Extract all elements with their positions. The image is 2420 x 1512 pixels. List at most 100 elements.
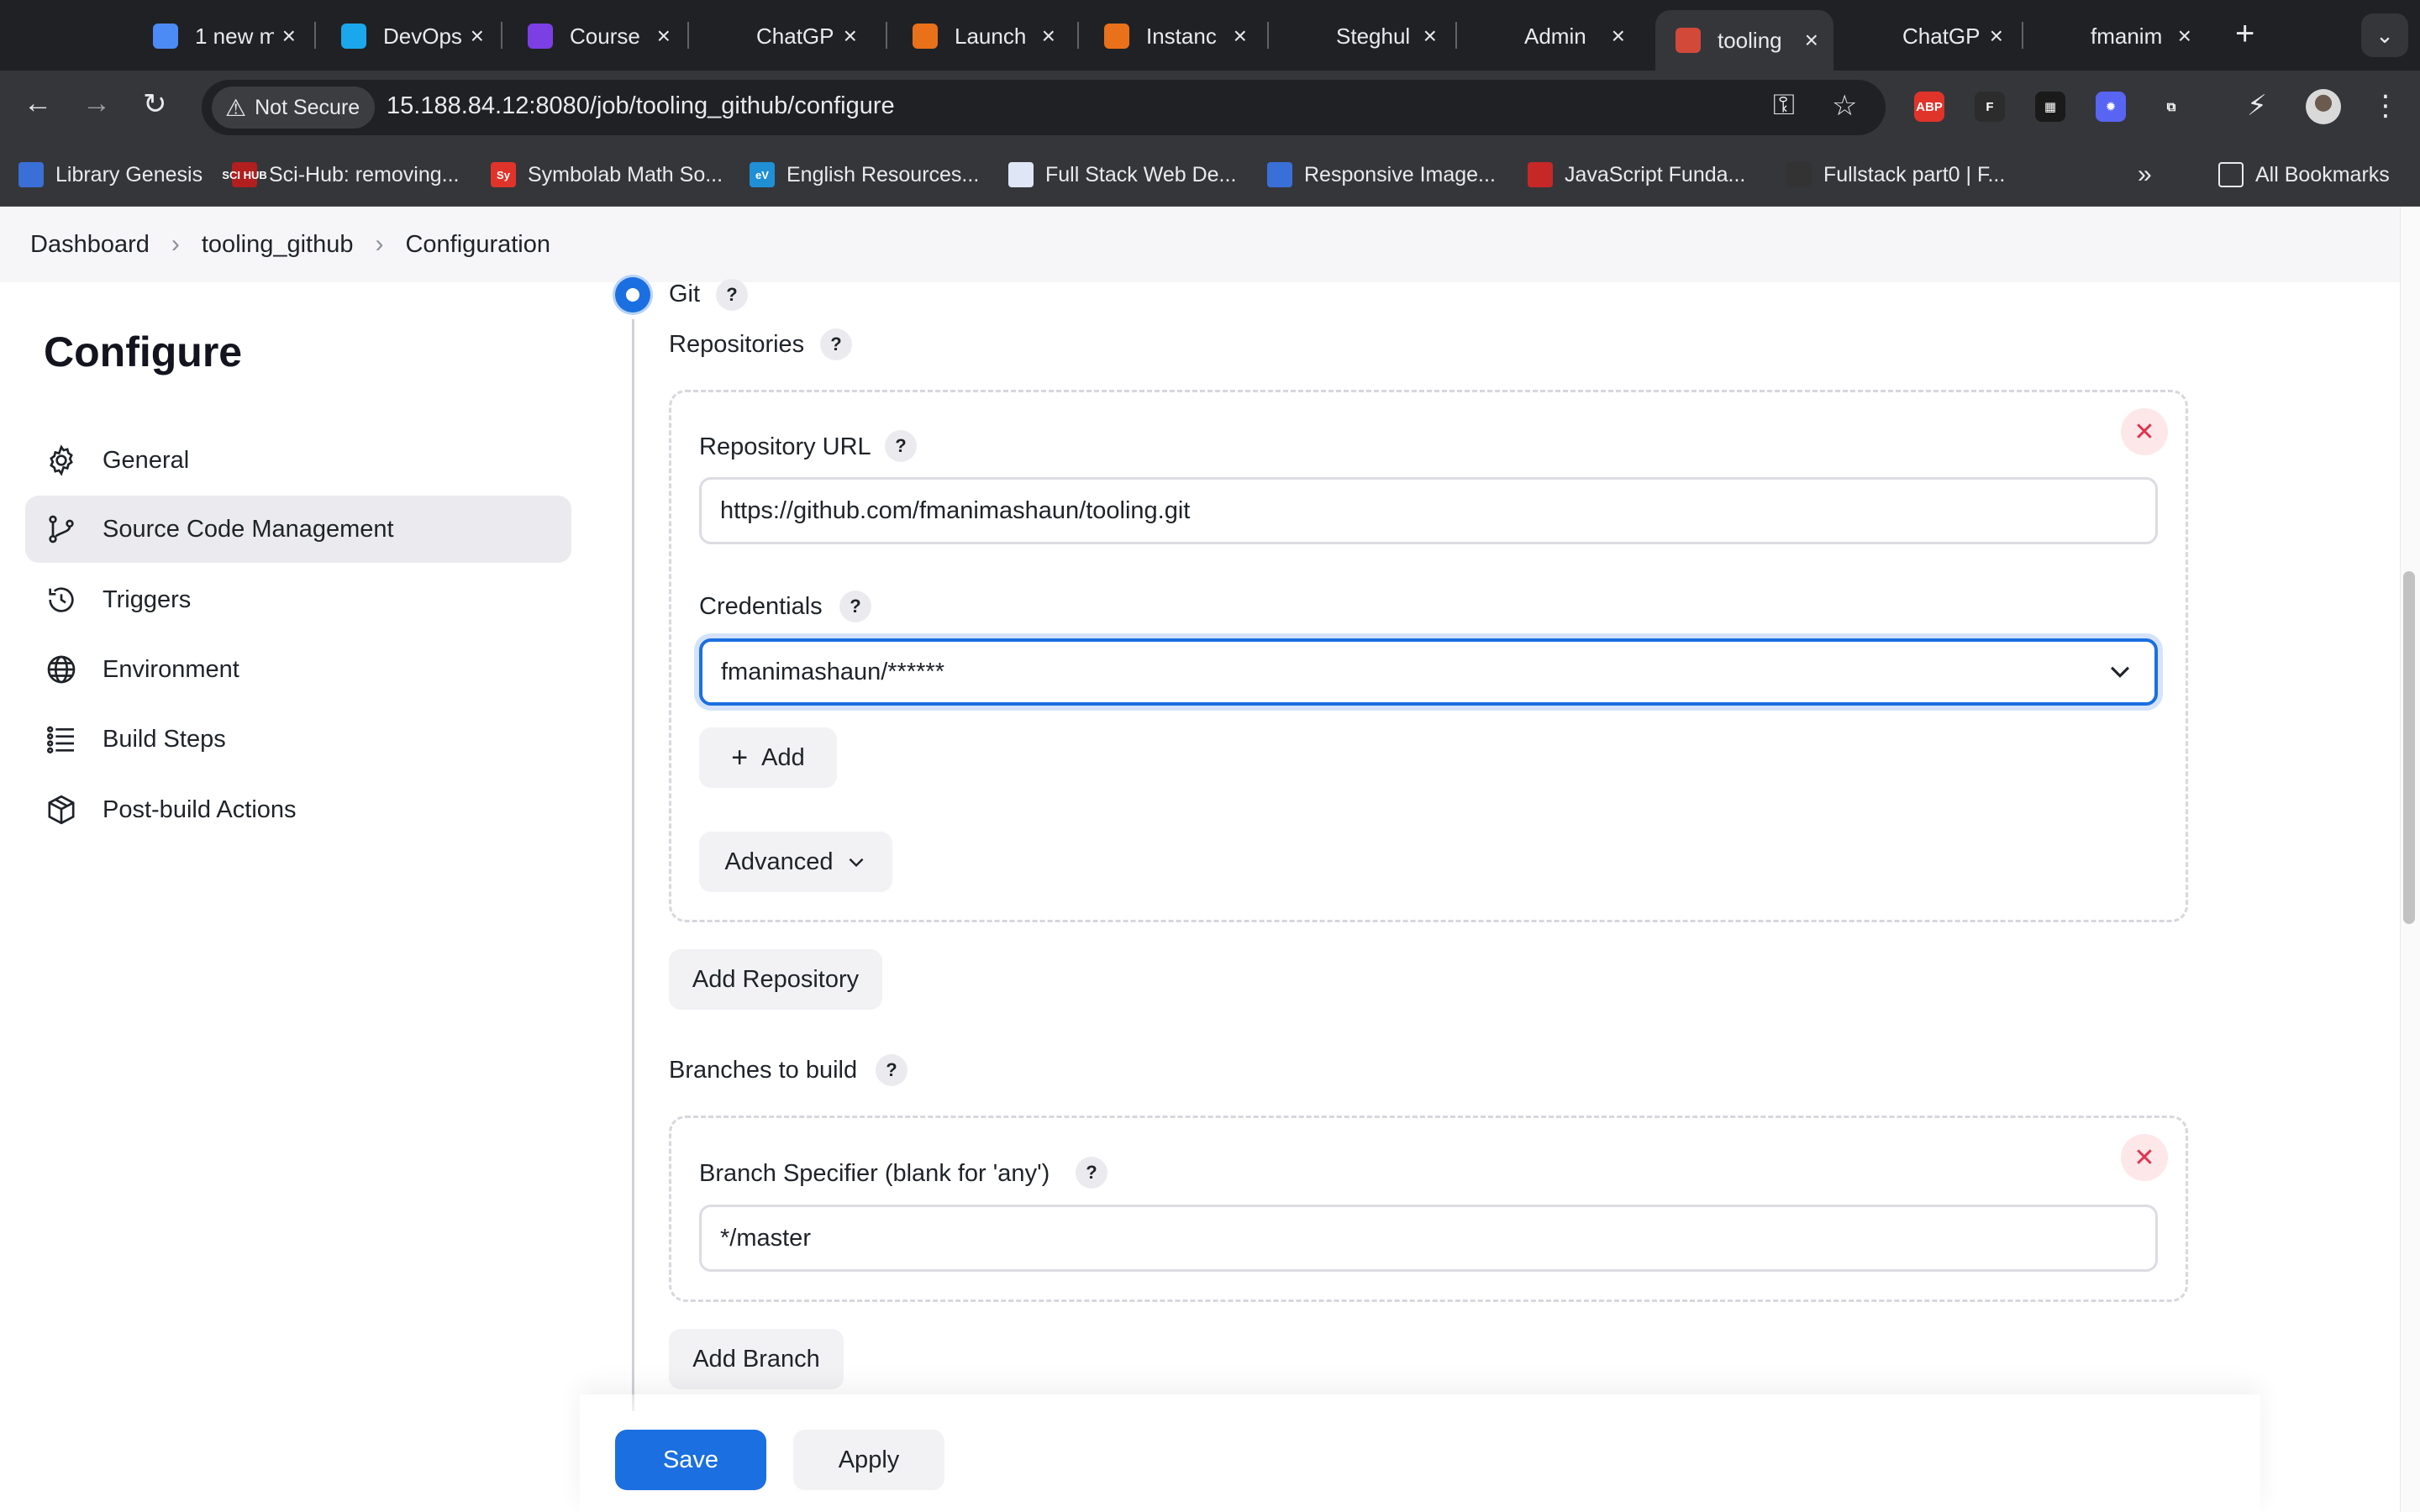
tab-close-icon[interactable]: × <box>1234 23 1247 50</box>
sidebar-item-environment[interactable]: Environment <box>25 636 571 703</box>
profile-avatar[interactable] <box>2306 89 2341 124</box>
bookmark-item[interactable]: Library Genesis <box>18 160 203 190</box>
repository-url-input[interactable]: https://github.com/fmanimashaun/tooling.… <box>699 477 2158 544</box>
tab-label: ChatGP <box>756 23 834 49</box>
shield-icon <box>528 24 553 49</box>
tab-close-icon[interactable]: × <box>1423 23 1437 50</box>
more-bookmarks-icon[interactable]: » <box>2138 160 2152 190</box>
bookmark-item[interactable]: Sy Symbolab Math So... <box>491 160 723 190</box>
figma-icon[interactable]: F <box>1975 92 2005 122</box>
breadcrumb: Dashboard › tooling_github › Configurati… <box>0 207 2400 282</box>
reload-icon[interactable]: ↻ <box>143 87 167 121</box>
plus-icon: + <box>731 741 749 774</box>
branch-specifier-help-icon[interactable]: ? <box>1076 1157 1107 1189</box>
tab-separator <box>687 22 689 49</box>
browser-menu-icon[interactable]: ⋮ <box>2371 89 2400 123</box>
browser-tab[interactable]: Instanc × <box>1084 10 1262 62</box>
remove-repository-close-icon[interactable]: ✕ <box>2121 408 2168 455</box>
repository-url-help-icon[interactable]: ? <box>885 430 917 462</box>
credentials-select[interactable]: fmanimashaun/****** <box>699 638 2158 706</box>
branch-specifier-input[interactable]: */master <box>699 1205 2158 1272</box>
sidebar-item-post-build-actions[interactable]: Post-build Actions <box>25 776 571 843</box>
browser-tab[interactable]: Course × <box>508 10 686 62</box>
back-icon[interactable]: ← <box>24 87 52 120</box>
browser-tab[interactable]: 1 new m × <box>133 10 311 62</box>
browser-tab[interactable]: Steghul × <box>1274 10 1452 62</box>
browser-tab[interactable]: fmanim × <box>2028 10 2207 62</box>
url-text[interactable]: 15.188.84.12:8080/job/tooling_github/con… <box>387 92 895 120</box>
scrollbar-thumb[interactable] <box>2403 571 2415 924</box>
warning-icon: ⚠ <box>225 94 247 121</box>
tab-close-icon[interactable]: × <box>657 23 671 50</box>
sparkle-icon[interactable]: ✹ <box>2096 92 2126 122</box>
git-help-icon[interactable]: ? <box>716 279 748 311</box>
package-icon <box>44 792 79 827</box>
tab-label: 1 new m <box>195 23 274 49</box>
forward-icon[interactable]: → <box>82 87 111 120</box>
adblock-icon[interactable]: ABP <box>1914 92 1944 122</box>
security-indicator[interactable]: ⚠ Not Secure <box>212 87 376 129</box>
tab-search-button[interactable]: ⌄ <box>2361 13 2408 57</box>
tab-close-icon[interactable]: × <box>1612 23 1625 50</box>
bookmark-item[interactable]: Full Stack Web De... <box>1008 160 1236 190</box>
bookmark-item[interactable]: SCI HUB Sci-Hub: removing... <box>222 160 459 190</box>
advanced-label: Advanced <box>724 848 834 875</box>
bookmark-item[interactable]: Responsive Image... <box>1267 160 1496 190</box>
tab-close-icon[interactable]: × <box>282 23 296 50</box>
tab-close-icon[interactable]: × <box>2178 23 2191 50</box>
breadcrumb-configuration[interactable]: Configuration <box>405 231 550 259</box>
breadcrumb-job[interactable]: tooling_github <box>202 231 354 259</box>
branches-help-icon[interactable]: ? <box>876 1054 908 1086</box>
credentials-value: fmanimashaun/****** <box>721 658 944 685</box>
repository-url-value: https://github.com/fmanimashaun/tooling.… <box>720 496 1191 524</box>
tab-close-icon[interactable]: × <box>1805 27 1818 54</box>
bookmark-label: Fullstack part0 | F... <box>1823 162 2006 186</box>
add-repository-button[interactable]: Add Repository <box>669 949 882 1010</box>
add-branch-button[interactable]: Add Branch <box>669 1329 844 1389</box>
add-branch-label: Add Branch <box>692 1345 820 1373</box>
branch-specifier-value: */master <box>720 1224 811 1252</box>
tab-separator <box>1077 22 1079 49</box>
advanced-button[interactable]: Advanced <box>699 832 892 892</box>
new-tab-button[interactable]: + <box>2235 15 2254 53</box>
browser-tab[interactable]: ChatGP × <box>694 10 872 62</box>
apply-button[interactable]: Apply <box>793 1430 944 1490</box>
tab-close-icon[interactable]: × <box>471 23 484 50</box>
credentials-help-icon[interactable]: ? <box>839 591 871 622</box>
remove-branch-close-icon[interactable]: ✕ <box>2121 1134 2168 1181</box>
bookmark-favicon-icon: Sy <box>491 162 516 187</box>
tab-close-icon[interactable]: × <box>844 23 857 50</box>
sidebar-item-triggers[interactable]: Triggers <box>25 566 571 633</box>
sidebar-item-general[interactable]: General <box>25 427 571 494</box>
bookmark-item[interactable]: Fullstack part0 | F... <box>1786 160 2005 190</box>
add-credentials-button[interactable]: + Add <box>699 727 837 788</box>
tab-close-icon[interactable]: × <box>1042 23 1055 50</box>
puzzle-icon[interactable]: ⧉ <box>2156 92 2186 122</box>
password-key-icon[interactable]: ⚿ <box>1773 89 1795 122</box>
branches-to-build-label: Branches to build <box>669 1057 858 1084</box>
bookmark-star-icon[interactable]: ☆ <box>1832 89 1857 123</box>
all-bookmarks[interactable]: All Bookmarks <box>2218 160 2390 190</box>
tab-close-icon[interactable]: × <box>1990 23 2003 50</box>
sidebar-title: Configure <box>44 328 243 375</box>
repositories-help-icon[interactable]: ? <box>820 328 852 360</box>
save-button[interactable]: Save <box>615 1430 766 1490</box>
colorzilla-icon[interactable]: ▦ <box>2035 92 2065 122</box>
security-label: Not Secure <box>255 95 360 119</box>
tab-separator <box>886 22 887 49</box>
browser-tab[interactable]: Admin × <box>1462 10 1640 62</box>
breadcrumb-dashboard[interactable]: Dashboard <box>30 231 150 259</box>
tab-separator <box>2022 22 2023 49</box>
browser-tab[interactable]: DevOps × <box>321 10 499 62</box>
performance-icon[interactable]: ⚡ <box>2247 89 2267 123</box>
sidebar-item-label: Build Steps <box>103 725 226 753</box>
bookmark-item[interactable]: eV English Resources... <box>750 160 979 190</box>
browser-tab[interactable]: Launch × <box>892 10 1071 62</box>
jenkins-icon <box>1676 28 1701 53</box>
git-radio-button[interactable] <box>615 277 650 312</box>
sidebar-item-build-steps[interactable]: Build Steps <box>25 706 571 773</box>
browser-tab[interactable]: tooling × <box>1655 10 1833 71</box>
sidebar-item-source-code-management[interactable]: Source Code Management <box>25 496 571 563</box>
bookmark-item[interactable]: JavaScript Funda... <box>1528 160 1745 190</box>
browser-tab[interactable]: ChatGP × <box>1840 10 2018 62</box>
